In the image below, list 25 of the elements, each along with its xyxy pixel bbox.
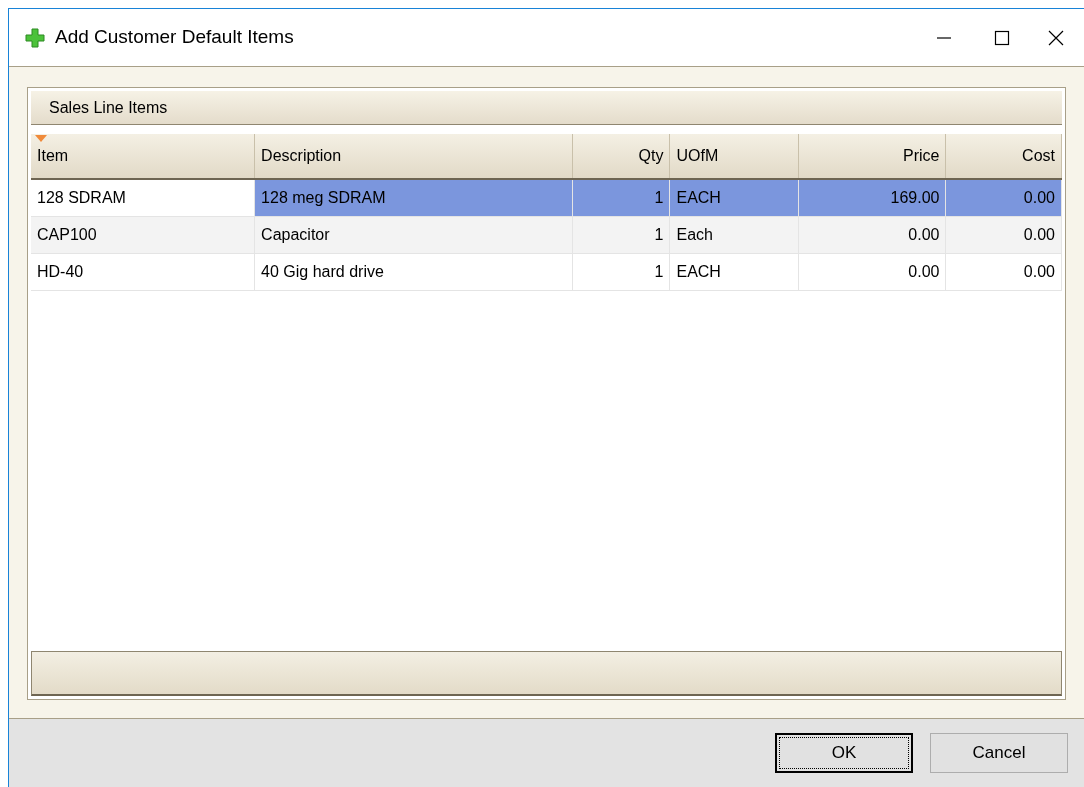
column-header[interactable]: Item xyxy=(31,134,256,178)
table-cell: 0.00 xyxy=(946,217,1062,253)
table-cell: Each xyxy=(670,217,799,253)
window-title: Add Customer Default Items xyxy=(55,25,294,50)
table-cell: CAP100 xyxy=(31,217,256,253)
table-cell: Capacitor xyxy=(255,217,573,253)
table-cell: 169.00 xyxy=(799,180,947,216)
maximize-icon xyxy=(994,29,1010,46)
table-cell: 0.00 xyxy=(946,180,1062,216)
table-cell: 1 xyxy=(572,217,671,253)
table-cell: 0.00 xyxy=(799,217,947,253)
column-header[interactable]: Description xyxy=(255,134,573,178)
dialog-button[interactable]: OK xyxy=(775,733,913,773)
table-cell: 128 meg SDRAM xyxy=(255,180,573,216)
column-header[interactable]: Qty xyxy=(572,134,671,178)
dialog-button[interactable]: Cancel xyxy=(930,733,1068,773)
column-header[interactable]: UOfM xyxy=(670,134,799,178)
table-cell: 1 xyxy=(572,180,671,216)
group-title: Sales Line Items xyxy=(31,91,1062,125)
table-cell: EACH xyxy=(670,180,799,216)
column-header[interactable]: Price xyxy=(799,134,947,178)
close-icon xyxy=(1048,29,1064,46)
minimize-icon xyxy=(937,36,951,39)
column-header[interactable]: Cost xyxy=(946,134,1062,178)
plus-icon xyxy=(25,27,45,48)
